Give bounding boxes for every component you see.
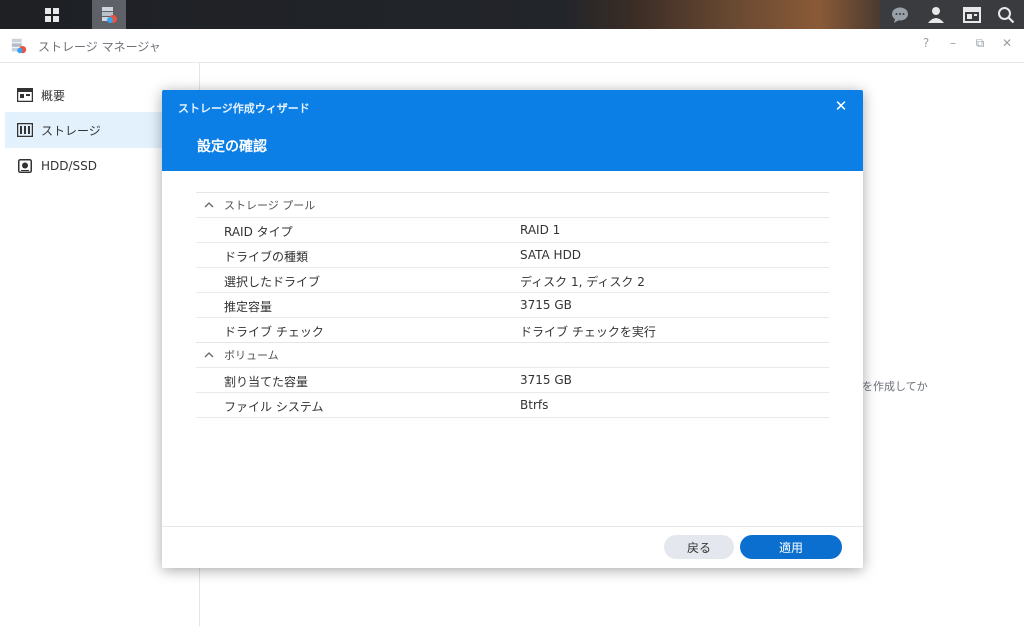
- overview-icon: [17, 87, 33, 103]
- main-content-text: を作成してか: [862, 380, 928, 393]
- grid-icon: [45, 7, 59, 22]
- row-value: RAID 1: [520, 223, 561, 237]
- storage-manager-app-icon: [102, 6, 117, 23]
- section-title: ストレージ プール: [224, 199, 316, 212]
- table-row: 割り当てた容量 3715 GB: [196, 367, 829, 392]
- row-value: 3715 GB: [520, 298, 572, 312]
- app-titlebar: ストレージ マネージャ ? – ⧉ ✕: [0, 29, 1024, 63]
- sidebar-item-label: 概要: [41, 88, 66, 103]
- section-header-storage-pool[interactable]: ストレージ プール: [196, 192, 829, 217]
- back-button[interactable]: 戻る: [664, 535, 734, 559]
- row-key: ファイル システム: [224, 400, 324, 414]
- table-row: 推定容量 3715 GB: [196, 292, 829, 317]
- section-title: ボリューム: [224, 349, 279, 362]
- restore-button[interactable]: ⧉: [972, 36, 988, 51]
- chat-icon[interactable]: [888, 3, 912, 27]
- row-value: ディスク 1, ディスク 2: [520, 275, 645, 289]
- table-row: ファイル システム Btrfs: [196, 392, 829, 418]
- minimize-button[interactable]: –: [945, 36, 961, 50]
- close-window-button[interactable]: ✕: [999, 36, 1015, 50]
- table-row: RAID タイプ RAID 1: [196, 217, 829, 242]
- summary-table: ストレージ プール RAID タイプ RAID 1 ドライブの種類 SATA HDD…: [196, 192, 829, 418]
- section-header-volume[interactable]: ボリューム: [196, 342, 829, 367]
- row-key: 推定容量: [224, 300, 273, 314]
- disk-icon: [17, 158, 33, 174]
- row-key: 割り当てた容量: [224, 375, 309, 389]
- close-icon[interactable]: ✕: [833, 98, 849, 114]
- help-button[interactable]: ?: [918, 36, 934, 50]
- step-title: 設定の確認: [197, 139, 267, 155]
- chevron-up-icon: [204, 202, 218, 208]
- wizard-header: ストレージ作成ウィザード ✕ 設定の確認: [162, 90, 863, 171]
- wizard-footer: 戻る 適用: [162, 526, 863, 568]
- table-row: 選択したドライブ ディスク 1, ディスク 2: [196, 267, 829, 292]
- row-key: ドライブの種類: [224, 250, 309, 264]
- row-value: Btrfs: [520, 398, 549, 412]
- row-key: RAID タイプ: [224, 225, 293, 239]
- storage-manager-taskbar-button[interactable]: [92, 0, 126, 29]
- widgets-icon[interactable]: [960, 3, 984, 27]
- storage-creation-wizard: ストレージ作成ウィザード ✕ 設定の確認 ストレージ プール RAID タイプ R…: [162, 90, 863, 568]
- user-icon[interactable]: [924, 3, 948, 27]
- row-key: ドライブ チェック: [224, 325, 324, 339]
- search-icon[interactable]: [994, 3, 1018, 27]
- apply-button[interactable]: 適用: [740, 535, 842, 559]
- table-row: ドライブ チェック ドライブ チェックを実行: [196, 317, 829, 342]
- storage-icon: [17, 122, 33, 138]
- row-value: ドライブ チェックを実行: [520, 325, 656, 339]
- chevron-up-icon: [204, 352, 218, 358]
- main-menu-button[interactable]: [36, 0, 68, 29]
- row-key: 選択したドライブ: [224, 275, 321, 289]
- sidebar-item-label: ストレージ: [41, 123, 101, 138]
- taskbar: [0, 0, 1024, 29]
- row-value: SATA HDD: [520, 248, 582, 262]
- storage-manager-icon: [10, 37, 28, 59]
- row-value: 3715 GB: [520, 373, 572, 387]
- wizard-title: ストレージ作成ウィザード: [178, 102, 310, 115]
- app-title: ストレージ マネージャ: [38, 40, 161, 54]
- table-row: ドライブの種類 SATA HDD: [196, 242, 829, 267]
- sidebar-item-label: HDD/SSD: [41, 159, 98, 173]
- taskbar-tray: [880, 0, 1024, 29]
